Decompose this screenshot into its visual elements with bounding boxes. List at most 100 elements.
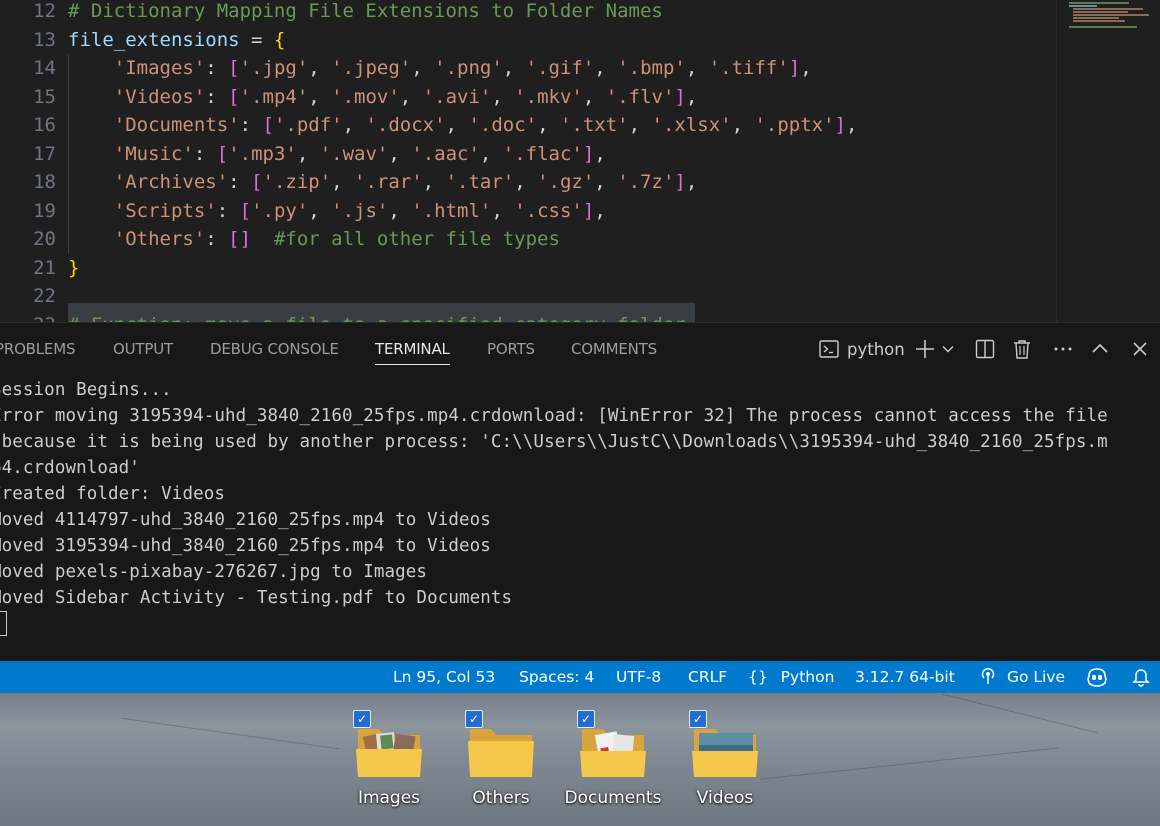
tab-terminal[interactable]: TERMINAL bbox=[375, 340, 450, 365]
kill-terminal-button[interactable] bbox=[1010, 337, 1034, 361]
line-number: 18 bbox=[33, 171, 56, 193]
line-text: 'Documents': ['.pdf', '.docx', '.doc', '… bbox=[68, 111, 858, 139]
python-interpreter[interactable]: 3.12.7 64-bit bbox=[855, 667, 955, 687]
language-mode[interactable]: {} Python bbox=[748, 667, 834, 687]
line-text: 'Videos': ['.mp4', '.mov', '.avi', '.mkv… bbox=[68, 83, 698, 111]
cursor-position[interactable]: Ln 95, Col 53 bbox=[393, 667, 495, 687]
indentation[interactable]: Spaces: 4 bbox=[519, 667, 594, 687]
code-line[interactable]: 14 'Images': ['.jpg', '.jpeg', '.png', '… bbox=[0, 54, 1056, 82]
code-token: , bbox=[342, 114, 366, 136]
code-line[interactable]: 15 'Videos': ['.mp4', '.mov', '.avi', '.… bbox=[0, 83, 1056, 111]
code-token: , bbox=[308, 85, 332, 108]
tab-problems[interactable]: PROBLEMS bbox=[0, 340, 75, 358]
line-number: 15 bbox=[33, 85, 56, 108]
code-token: : bbox=[205, 57, 229, 79]
line-number: 16 bbox=[33, 114, 56, 136]
checkbox-icon[interactable]: ✓ bbox=[577, 710, 595, 728]
line-number: 20 bbox=[33, 228, 56, 250]
notifications-button[interactable] bbox=[1132, 667, 1150, 687]
desktop-folder-documents[interactable]: ✓ Documents bbox=[563, 709, 663, 824]
code-token: '.jpg' bbox=[239, 57, 309, 79]
code-token: , bbox=[308, 199, 332, 222]
code-token: ] bbox=[834, 114, 846, 136]
checkbox-icon[interactable]: ✓ bbox=[465, 710, 483, 728]
code-token: , bbox=[502, 57, 526, 79]
code-token: , bbox=[296, 142, 320, 165]
more-actions-button[interactable] bbox=[1050, 337, 1076, 361]
code-editor[interactable]: 12 # Dictionary Mapping File Extensions t… bbox=[0, 0, 1160, 322]
line-number: 13 bbox=[33, 28, 56, 51]
copilot-button[interactable] bbox=[1086, 667, 1108, 687]
terminal-line: because it is being used by another proc… bbox=[0, 432, 1108, 452]
line-text: # Dictionary Mapping File Extensions to … bbox=[68, 0, 663, 25]
code-line[interactable]: 17 'Music': ['.mp3', '.wav', '.aac', '.f… bbox=[0, 140, 1056, 168]
end-of-line[interactable]: CRLF bbox=[688, 667, 727, 687]
code-token: ] bbox=[674, 171, 686, 193]
new-terminal-button[interactable] bbox=[914, 337, 936, 361]
code-token: [ bbox=[228, 57, 240, 79]
code-token: '.pdf' bbox=[273, 114, 343, 136]
line-text: } bbox=[68, 254, 79, 282]
code-token: 'Others' bbox=[68, 228, 206, 250]
code-token: : bbox=[239, 114, 263, 136]
code-token: , bbox=[331, 171, 355, 193]
folder-label: Others bbox=[472, 788, 530, 808]
code-token: 'Scripts' bbox=[68, 199, 217, 222]
encoding[interactable]: UTF-8 bbox=[616, 667, 661, 687]
minimap[interactable] bbox=[1056, 0, 1160, 322]
code-token: '.css' bbox=[514, 199, 583, 222]
tab-debug-console[interactable]: DEBUG CONSOLE bbox=[210, 340, 339, 358]
code-token: : bbox=[228, 171, 252, 193]
desktop-folder-videos[interactable]: ✓ Videos bbox=[675, 709, 775, 824]
language-label: Python bbox=[780, 668, 835, 686]
code-area[interactable]: 12 # Dictionary Mapping File Extensions t… bbox=[0, 0, 1056, 322]
tab-comments[interactable]: COMMENTS bbox=[571, 340, 657, 358]
code-token: '.mkv' bbox=[514, 85, 583, 108]
code-line[interactable]: 20 'Others': [] #for all other file type… bbox=[0, 225, 1056, 253]
code-token: '.html' bbox=[411, 199, 492, 222]
terminal-line: Moved Sidebar Activity - Testing.pdf to … bbox=[0, 588, 513, 608]
code-token: , bbox=[731, 114, 755, 136]
code-line[interactable]: 19 'Scripts': ['.py', '.js', '.html', '.… bbox=[0, 197, 1056, 225]
code-token: , bbox=[308, 57, 332, 79]
desktop-folder-others[interactable]: ✓ Others bbox=[451, 709, 551, 824]
maximize-panel-button[interactable] bbox=[1088, 337, 1112, 361]
terminal-selector[interactable]: python bbox=[818, 337, 906, 361]
code-token: [ bbox=[216, 142, 229, 165]
braces-icon: {} bbox=[748, 668, 768, 686]
code-line[interactable]: 22 bbox=[0, 282, 1056, 310]
code-token: 'Videos' bbox=[68, 85, 206, 108]
code-line[interactable]: 21} bbox=[0, 254, 1056, 282]
terminal-line: Error moving 3195394-uhd_3840_2160_25fps… bbox=[0, 406, 1108, 426]
code-line[interactable]: 18 'Archives': ['.zip', '.rar', '.tar', … bbox=[0, 168, 1056, 196]
tab-ports[interactable]: PORTS bbox=[487, 340, 535, 358]
code-line[interactable]: 13 file_extensions = { bbox=[0, 26, 1056, 54]
code-token: , bbox=[411, 57, 435, 79]
code-token: = bbox=[239, 28, 274, 51]
terminal-dropdown-button[interactable] bbox=[940, 337, 956, 361]
checkbox-icon[interactable]: ✓ bbox=[353, 710, 371, 728]
code-token: # Function: move a file to a specified c… bbox=[68, 314, 686, 323]
desktop[interactable]: ✓ Images ✓ Others ✓ Documents ✓ Videos bbox=[0, 693, 1160, 826]
code-token: '.mov' bbox=[331, 85, 400, 108]
code-line[interactable]: 23 # Function: move a file to a specified… bbox=[0, 311, 1056, 323]
go-live-button[interactable]: Go Live bbox=[979, 667, 1065, 687]
code-token: '.docx' bbox=[365, 114, 446, 136]
close-panel-button[interactable] bbox=[1128, 337, 1152, 361]
chevron-up-icon bbox=[1092, 343, 1108, 353]
code-token: ] bbox=[788, 57, 801, 79]
code-line[interactable]: 16 'Documents': ['.pdf', '.docx', '.doc'… bbox=[0, 111, 1056, 139]
code-line[interactable]: 12 # Dictionary Mapping File Extensions t… bbox=[0, 0, 1056, 25]
line-text: 'Scripts': ['.py', '.js', '.html', '.css… bbox=[68, 197, 606, 225]
line-text: 'Images': ['.jpg', '.jpeg', '.png', '.gi… bbox=[68, 54, 812, 82]
code-token: '.tiff' bbox=[708, 57, 789, 79]
tab-output[interactable]: OUTPUT bbox=[113, 340, 173, 358]
desktop-folder-images[interactable]: ✓ Images bbox=[339, 709, 439, 824]
terminal-output[interactable]: Session Begins... Error moving 3195394-u… bbox=[0, 377, 1160, 689]
code-token: ] bbox=[582, 199, 595, 222]
code-token: , bbox=[594, 171, 618, 193]
checkbox-icon[interactable]: ✓ bbox=[689, 710, 707, 728]
split-terminal-button[interactable] bbox=[973, 337, 997, 361]
code-token: , bbox=[582, 85, 606, 108]
code-token: '.pptx' bbox=[754, 114, 835, 136]
